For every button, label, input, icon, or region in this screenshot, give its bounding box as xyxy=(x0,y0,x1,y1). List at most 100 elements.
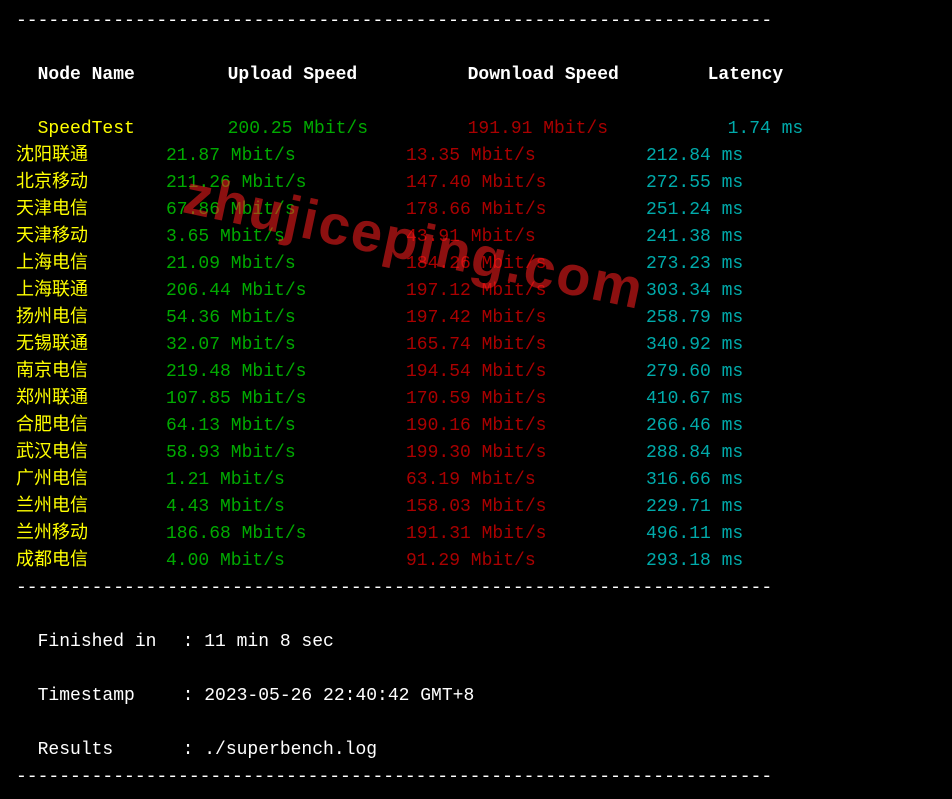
latency: 288.84 ms xyxy=(646,440,743,467)
speedtest-upload: 200.25 Mbit/s xyxy=(188,116,468,143)
download-speed: 63.19 Mbit/s xyxy=(406,467,646,494)
end-divider: ----------------------------------------… xyxy=(16,764,936,791)
upload-speed: 186.68 Mbit/s xyxy=(166,521,406,548)
node-name: 南京电信 xyxy=(16,359,166,386)
node-name: 沈阳联通 xyxy=(16,143,166,170)
download-speed: 158.03 Mbit/s xyxy=(406,494,646,521)
upload-speed: 58.93 Mbit/s xyxy=(166,440,406,467)
download-speed: 147.40 Mbit/s xyxy=(406,170,646,197)
table-row: 沈阳联通21.87 Mbit/s13.35 Mbit/s212.84 ms xyxy=(16,143,936,170)
table-row: 北京移动211.26 Mbit/s147.40 Mbit/s272.55 ms xyxy=(16,170,936,197)
latency: 496.11 ms xyxy=(646,521,743,548)
latency: 273.23 ms xyxy=(646,251,743,278)
download-speed: 191.31 Mbit/s xyxy=(406,521,646,548)
latency: 241.38 ms xyxy=(646,224,743,251)
finished-label: Finished in xyxy=(38,629,183,656)
latency: 279.60 ms xyxy=(646,359,743,386)
upload-speed: 21.09 Mbit/s xyxy=(166,251,406,278)
table-row: 无锡联通32.07 Mbit/s165.74 Mbit/s340.92 ms xyxy=(16,332,936,359)
download-speed: 43.91 Mbit/s xyxy=(406,224,646,251)
latency: 266.46 ms xyxy=(646,413,743,440)
upload-speed: 219.48 Mbit/s xyxy=(166,359,406,386)
node-name: 北京移动 xyxy=(16,170,166,197)
node-name: 武汉电信 xyxy=(16,440,166,467)
node-name: 兰州电信 xyxy=(16,494,166,521)
latency: 316.66 ms xyxy=(646,467,743,494)
upload-speed: 67.86 Mbit/s xyxy=(166,197,406,224)
upload-speed: 21.87 Mbit/s xyxy=(166,143,406,170)
results-value: ./superbench.log xyxy=(204,740,377,760)
node-name: 合肥电信 xyxy=(16,413,166,440)
download-speed: 197.42 Mbit/s xyxy=(406,305,646,332)
download-speed: 91.29 Mbit/s xyxy=(406,548,646,575)
table-row: 天津电信67.86 Mbit/s178.66 Mbit/s251.24 ms xyxy=(16,197,936,224)
table-row: 广州电信1.21 Mbit/s63.19 Mbit/s316.66 ms xyxy=(16,467,936,494)
table-row: 兰州移动186.68 Mbit/s191.31 Mbit/s496.11 ms xyxy=(16,521,936,548)
node-name: 无锡联通 xyxy=(16,332,166,359)
latency: 251.24 ms xyxy=(646,197,743,224)
finished-value: 11 min 8 sec xyxy=(204,632,334,652)
latency: 229.71 ms xyxy=(646,494,743,521)
header-latency: Latency xyxy=(708,62,784,89)
table-row: 上海联通206.44 Mbit/s197.12 Mbit/s303.34 ms xyxy=(16,278,936,305)
results-label: Results xyxy=(38,737,183,764)
upload-speed: 54.36 Mbit/s xyxy=(166,305,406,332)
latency: 272.55 ms xyxy=(646,170,743,197)
table-row: 兰州电信4.43 Mbit/s158.03 Mbit/s229.71 ms xyxy=(16,494,936,521)
upload-speed: 1.21 Mbit/s xyxy=(166,467,406,494)
table-row: 合肥电信64.13 Mbit/s190.16 Mbit/s266.46 ms xyxy=(16,413,936,440)
table-row: 上海电信21.09 Mbit/s184.26 Mbit/s273.23 ms xyxy=(16,251,936,278)
node-name: 成都电信 xyxy=(16,548,166,575)
upload-speed: 3.65 Mbit/s xyxy=(166,224,406,251)
latency: 303.34 ms xyxy=(646,278,743,305)
download-speed: 197.12 Mbit/s xyxy=(406,278,646,305)
node-name: 上海联通 xyxy=(16,278,166,305)
table-row: 武汉电信58.93 Mbit/s199.30 Mbit/s288.84 ms xyxy=(16,440,936,467)
top-divider: ----------------------------------------… xyxy=(16,8,936,35)
speedtest-download: 191.91 Mbit/s xyxy=(468,116,708,143)
finished-row: Finished in: 11 min 8 sec xyxy=(16,602,936,656)
bottom-divider: ----------------------------------------… xyxy=(16,575,936,602)
download-speed: 13.35 Mbit/s xyxy=(406,143,646,170)
header-node: Node Name xyxy=(38,62,188,89)
upload-speed: 211.26 Mbit/s xyxy=(166,170,406,197)
speedtest-node: SpeedTest xyxy=(38,116,188,143)
speedtest-latency: 1.74 ms xyxy=(708,116,804,143)
node-name: 广州电信 xyxy=(16,467,166,494)
header-upload: Upload Speed xyxy=(188,62,468,89)
timestamp-label: Timestamp xyxy=(38,683,183,710)
upload-speed: 206.44 Mbit/s xyxy=(166,278,406,305)
download-speed: 190.16 Mbit/s xyxy=(406,413,646,440)
header-download: Download Speed xyxy=(468,62,708,89)
latency: 340.92 ms xyxy=(646,332,743,359)
table-row: 南京电信219.48 Mbit/s194.54 Mbit/s279.60 ms xyxy=(16,359,936,386)
table-row: 郑州联通107.85 Mbit/s170.59 Mbit/s410.67 ms xyxy=(16,386,936,413)
table-row: 扬州电信54.36 Mbit/s197.42 Mbit/s258.79 ms xyxy=(16,305,936,332)
download-speed: 178.66 Mbit/s xyxy=(406,197,646,224)
node-name: 天津移动 xyxy=(16,224,166,251)
colon: : xyxy=(183,740,205,760)
node-name: 兰州移动 xyxy=(16,521,166,548)
node-name: 天津电信 xyxy=(16,197,166,224)
upload-speed: 32.07 Mbit/s xyxy=(166,332,406,359)
results-row: Results: ./superbench.log xyxy=(16,710,936,764)
header-row: Node NameUpload SpeedDownload SpeedLaten… xyxy=(16,35,936,89)
latency: 410.67 ms xyxy=(646,386,743,413)
upload-speed: 4.00 Mbit/s xyxy=(166,548,406,575)
colon: : xyxy=(183,686,205,706)
speedtest-row: SpeedTest200.25 Mbit/s191.91 Mbit/s1.74 … xyxy=(16,89,936,143)
table-row: 天津移动3.65 Mbit/s43.91 Mbit/s241.38 ms xyxy=(16,224,936,251)
timestamp-value: 2023-05-26 22:40:42 GMT+8 xyxy=(204,686,474,706)
latency: 293.18 ms xyxy=(646,548,743,575)
node-name: 郑州联通 xyxy=(16,386,166,413)
node-name: 上海电信 xyxy=(16,251,166,278)
latency: 258.79 ms xyxy=(646,305,743,332)
upload-speed: 107.85 Mbit/s xyxy=(166,386,406,413)
colon: : xyxy=(183,632,205,652)
download-speed: 184.26 Mbit/s xyxy=(406,251,646,278)
node-name: 扬州电信 xyxy=(16,305,166,332)
download-speed: 194.54 Mbit/s xyxy=(406,359,646,386)
download-speed: 165.74 Mbit/s xyxy=(406,332,646,359)
download-speed: 199.30 Mbit/s xyxy=(406,440,646,467)
download-speed: 170.59 Mbit/s xyxy=(406,386,646,413)
